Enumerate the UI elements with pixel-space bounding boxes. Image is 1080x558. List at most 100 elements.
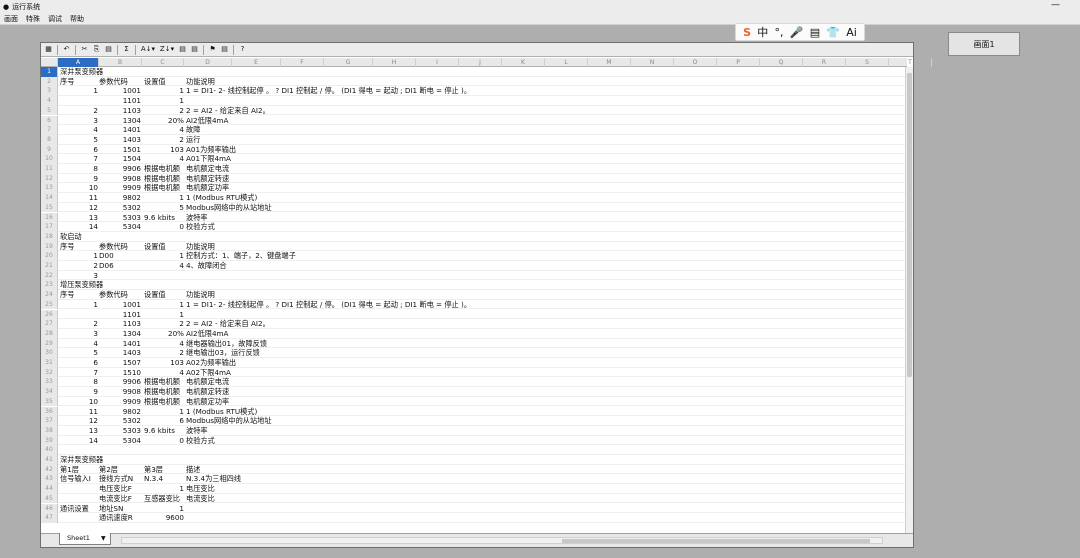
row-number[interactable]: 19: [41, 241, 58, 252]
table-cell[interactable]: 电流变比F: [99, 494, 143, 504]
table-cell[interactable]: 13: [60, 213, 98, 223]
table-cell[interactable]: 9600: [144, 513, 184, 523]
table-cell[interactable]: 9.6 kbits: [144, 426, 186, 436]
help-icon[interactable]: ?: [237, 44, 248, 55]
table-cell[interactable]: 1: [144, 193, 184, 203]
table-cell[interactable]: 电机额定功率: [186, 397, 229, 407]
column-header[interactable]: T: [889, 58, 932, 67]
table-cell[interactable]: 3: [60, 329, 98, 339]
sum-icon[interactable]: Σ: [121, 44, 132, 55]
table-cell[interactable]: 4: [144, 125, 184, 135]
table-cell[interactable]: 参数代码: [99, 290, 143, 300]
table-cell[interactable]: 2: [60, 106, 98, 116]
table-cell[interactable]: 4、故障闭合: [186, 261, 227, 271]
column-header[interactable]: K: [502, 58, 545, 67]
table-cell[interactable]: 7: [60, 368, 98, 378]
table-cell[interactable]: 1: [144, 86, 184, 96]
table-cell[interactable]: A02下限4mA: [186, 368, 231, 378]
column-header[interactable]: L: [545, 58, 588, 67]
row-number[interactable]: 17: [41, 222, 58, 232]
row-number[interactable]: 39: [41, 435, 58, 446]
table-cell[interactable]: 根据电机额: [144, 397, 186, 407]
table-cell[interactable]: 第2层: [99, 465, 143, 475]
table-cell[interactable]: 103: [144, 358, 184, 368]
screen1-button[interactable]: 画面1: [948, 32, 1020, 56]
table-cell[interactable]: 深井泵变频器: [60, 67, 103, 77]
row-number[interactable]: 33: [41, 377, 58, 388]
table-cell[interactable]: 校验方式: [186, 436, 215, 446]
table-cell[interactable]: 1103: [99, 106, 141, 116]
row-number[interactable]: 10: [41, 154, 58, 164]
table-cell[interactable]: 5304: [99, 436, 141, 446]
table-cell[interactable]: 2: [144, 319, 184, 329]
row-number[interactable]: 22: [41, 270, 58, 281]
table-cell[interactable]: 控制方式：1、端子，2、键盘端子: [186, 251, 296, 261]
table-cell[interactable]: 1: [60, 300, 98, 310]
table-cell[interactable]: 3: [60, 116, 98, 126]
keyboard-icon[interactable]: ▤: [810, 26, 820, 39]
row-number[interactable]: 34: [41, 387, 58, 397]
sort-descending-icon[interactable]: Z↓▾: [158, 44, 176, 55]
table-cell[interactable]: 9906: [99, 377, 141, 387]
table-cell[interactable]: 波特率: [186, 426, 208, 436]
print-icon[interactable]: ▤: [219, 44, 230, 55]
table-cell[interactable]: 1504: [99, 154, 141, 164]
column-header[interactable]: D: [184, 58, 232, 67]
table-cell[interactable]: 故障: [186, 125, 200, 135]
table-cell[interactable]: 1501: [99, 145, 141, 155]
row-number[interactable]: 11: [41, 164, 58, 174]
row-number[interactable]: 26: [41, 309, 58, 320]
table-cell[interactable]: A02为频率输出: [186, 358, 236, 368]
row-number[interactable]: 24: [41, 290, 58, 300]
sheet-tab-dropdown-icon[interactable]: ▼: [101, 535, 106, 542]
row-number[interactable]: 25: [41, 299, 58, 310]
table-cell[interactable]: 1: [144, 251, 184, 261]
column-header[interactable]: E: [232, 58, 281, 67]
menu-item-screen[interactable]: 画面: [4, 14, 18, 24]
table-cell[interactable]: 3: [60, 271, 98, 281]
table-cell[interactable]: 9802: [99, 407, 141, 417]
table-cell[interactable]: 电机额定电流: [186, 164, 229, 174]
table-cell[interactable]: 5303: [99, 426, 141, 436]
table-cell[interactable]: 校验方式: [186, 222, 215, 232]
table-cell[interactable]: 软启动: [60, 232, 82, 242]
table-cell[interactable]: 互感器变比: [144, 494, 186, 504]
table-cell[interactable]: 9909: [99, 183, 141, 193]
row-number[interactable]: 6: [41, 115, 58, 126]
table-cell[interactable]: 设置值: [144, 290, 166, 300]
ai-icon[interactable]: Ai: [846, 26, 857, 39]
row-number[interactable]: 7: [41, 125, 58, 135]
table-cell[interactable]: 1 (Modbus RTU模式): [186, 193, 257, 203]
column-header[interactable]: F: [281, 58, 324, 67]
table-cell[interactable]: 2: [60, 319, 98, 329]
row-number[interactable]: 46: [41, 503, 58, 514]
row-number[interactable]: 21: [41, 261, 58, 271]
table-cell[interactable]: 14: [60, 222, 98, 232]
column-header[interactable]: A: [58, 58, 99, 67]
table-cell[interactable]: 地址SN: [99, 504, 123, 514]
column-header[interactable]: N: [631, 58, 674, 67]
table-cell[interactable]: 9.6 kbits: [144, 213, 186, 223]
table-cell[interactable]: 1403: [99, 135, 141, 145]
row-number[interactable]: 36: [41, 406, 58, 417]
table-cell[interactable]: 参数代码: [99, 242, 143, 252]
table-cell[interactable]: 设置值: [144, 77, 166, 87]
row-number[interactable]: 29: [41, 338, 58, 349]
table-cell[interactable]: 1403: [99, 348, 141, 358]
row-number[interactable]: 9: [41, 144, 58, 155]
table-cell[interactable]: 功能说明: [186, 290, 215, 300]
row-number[interactable]: 23: [41, 280, 58, 291]
table-cell[interactable]: 接线方式N: [99, 474, 143, 484]
table-cell[interactable]: 9908: [99, 174, 141, 184]
filter-icon[interactable]: ⚑: [207, 44, 218, 55]
table-cell[interactable]: 1: [144, 300, 184, 310]
table-cell[interactable]: 电机额定转速: [186, 174, 229, 184]
table-cell[interactable]: 1 (Modbus RTU模式): [186, 407, 257, 417]
table-cell[interactable]: 4: [60, 339, 98, 349]
table-cell[interactable]: 103: [144, 145, 184, 155]
table-cell[interactable]: 1510: [99, 368, 141, 378]
column-header[interactable]: O: [674, 58, 717, 67]
table-cell[interactable]: 14: [60, 436, 98, 446]
row-number[interactable]: 14: [41, 193, 58, 203]
table-cell[interactable]: 1001: [99, 300, 141, 310]
